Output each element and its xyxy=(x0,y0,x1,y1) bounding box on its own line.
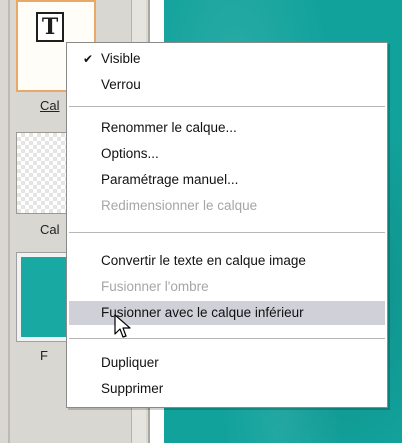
menu-item-lock[interactable]: Verrou xyxy=(69,73,385,97)
hand-pointer-icon xyxy=(114,314,131,338)
menu-item-label: Fusionner l'ombre xyxy=(101,279,209,294)
menu-item-label: Paramétrage manuel... xyxy=(101,172,239,187)
menu-item-label: Supprimer xyxy=(101,381,164,396)
menu-item-resize-layer: Redimensionner le calque xyxy=(69,194,385,218)
text-layer-icon: T xyxy=(36,12,64,42)
menu-item-delete[interactable]: Supprimer xyxy=(69,377,385,401)
menu-item-label: Visible xyxy=(101,51,141,66)
menu-item-label: Options... xyxy=(101,146,159,161)
menu-item-label: Verrou xyxy=(101,77,141,92)
layer-context-menu: ✔ Visible Verrou Renommer le calque... O… xyxy=(66,42,388,408)
layer-name[interactable]: Cal xyxy=(40,222,60,237)
check-icon: ✔ xyxy=(83,52,94,66)
menu-item-label: Convertir le texte en calque image xyxy=(101,253,306,268)
screenshot-stage: T Cal Cal F ✔ Visible Verrou Renommer le… xyxy=(0,0,402,443)
menu-separator xyxy=(69,232,385,233)
menu-separator xyxy=(69,106,385,107)
menu-item-label: Renommer le calque... xyxy=(101,120,237,135)
menu-item-rename-layer[interactable]: Renommer le calque... xyxy=(69,116,385,140)
layer-name[interactable]: Cal xyxy=(40,98,60,113)
menu-item-duplicate[interactable]: Dupliquer xyxy=(69,351,385,375)
menu-item-manual-settings[interactable]: Paramétrage manuel... xyxy=(69,168,385,192)
menu-item-merge-shadow: Fusionner l'ombre xyxy=(69,275,385,299)
menu-item-label: Dupliquer xyxy=(101,355,159,370)
menu-item-visible[interactable]: ✔ Visible xyxy=(69,47,385,71)
menu-item-label: Redimensionner le calque xyxy=(101,198,258,213)
layer-name[interactable]: F xyxy=(40,348,48,363)
menu-item-convert-text[interactable]: Convertir le texte en calque image xyxy=(69,249,385,273)
panel-edge xyxy=(8,0,10,443)
menu-item-options[interactable]: Options... xyxy=(69,142,385,166)
